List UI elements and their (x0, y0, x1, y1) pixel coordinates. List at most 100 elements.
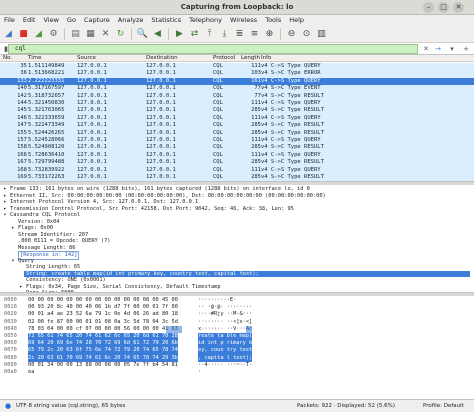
reload-icon[interactable]: ↻ (114, 28, 127, 41)
packet-protocol: CQL (213, 151, 223, 158)
packet-row[interactable]: 168 5.732839922 127.0.0.1 127.0.0.1 CQL 111 v4… (0, 166, 474, 174)
packet-list[interactable]: No. Time Source Destination Protocol Length In… (0, 55, 474, 182)
packet-row[interactable]: 140 5.317167597 127.0.0.1 127.0.0.1 CQL 77 v4 … (0, 85, 474, 93)
ascii-dump[interactable]: id int p rimary k (198, 340, 253, 348)
go-first-icon[interactable]: ⤒ (203, 28, 216, 41)
col-destination-header[interactable]: Destination (146, 55, 212, 62)
packet-no: 144 (17, 100, 27, 106)
filter-history-dropdown-icon[interactable]: ▾ (446, 44, 458, 54)
menu-wireless[interactable]: Wireless (230, 15, 257, 26)
menu-edit[interactable]: Edit (23, 15, 36, 26)
packet-row[interactable]: 146 5.322333659 127.0.0.1 127.0.0.1 CQL 111 v4… (0, 114, 474, 123)
packet-row[interactable]: 133 2.222223331 127.0.0.1 127.0.0.1 CQL 161 v4… (0, 77, 474, 86)
packet-time: 5.322473349 (28, 122, 65, 129)
zoom-in-icon[interactable]: ⊕ (263, 28, 276, 41)
packet-no: 157 (17, 137, 27, 143)
status-profile[interactable]: Profile: Default (423, 400, 464, 412)
zoom-out-icon[interactable]: ⊖ (285, 28, 298, 41)
go-last-icon[interactable]: ⤓ (218, 28, 231, 41)
col-no-header[interactable]: No. (3, 55, 27, 62)
packet-row[interactable]: 167 5.729799488 127.0.0.1 127.0.0.1 CQL 285 v4… (0, 159, 474, 167)
ascii-dump[interactable]: , capita l text); (198, 354, 253, 362)
minimize-button[interactable]: – (423, 2, 434, 13)
display-filter-input[interactable]: cql (8, 44, 418, 54)
hex-dump[interactable]: 00 01 34 00 00 13 88 00 08 00 05 7e 7f b… (28, 362, 178, 369)
hex-dump[interactable]: 2c 20 63 61 70 69 74 61 6c 20 74 65 78 7… (28, 354, 178, 362)
packet-row[interactable]: 169 5.733172263 127.0.0.1 127.0.0.1 CQL 285 v4… (0, 174, 474, 181)
packet-details-tree[interactable]: ▸ Frame 133: 161 bytes on wire (1288 bits… (0, 185, 474, 293)
ascii-dump[interactable]: ········ ··<]x·<] (198, 319, 252, 326)
restart-capture-icon[interactable]: ◢ (32, 28, 45, 41)
close-window-button[interactable]: ✕ (453, 2, 464, 13)
ascii-dump[interactable]: ··4····· ···~··T· (198, 362, 252, 369)
col-protocol-header[interactable]: Protocol (213, 55, 240, 62)
packet-row[interactable]: 142 5.318732657 127.0.0.1 127.0.0.1 CQL 77 v4 … (0, 92, 474, 100)
packet-row[interactable]: 36 1.513668221 127.0.0.1 127.0.0.1 CQL 103 v4 … (0, 70, 474, 78)
hex-dump[interactable]: 00 01 a4 ae 23 52 6a 79 1c 0e 4d 06 26 a… (28, 311, 178, 318)
hex-dump[interactable]: 65 79 2c 20 63 6f 75 6e 74 72 79 20 74 6… (28, 347, 178, 355)
go-back-icon[interactable]: ◀ (151, 28, 164, 41)
packet-protocol: CQL (213, 166, 223, 173)
capture-options-icon[interactable]: ⚙ (47, 28, 60, 41)
packet-time: 5.317167597 (28, 85, 65, 92)
find-packet-icon[interactable]: 🔍 (136, 28, 149, 41)
hex-dump[interactable]: ea (28, 369, 34, 376)
packet-row[interactable]: 155 5.524426265 127.0.0.1 127.0.0.1 CQL 285 v4… (0, 129, 474, 137)
hex-dump[interactable]: 72 65 61 74 65 20 74 61 62 6c 65 20 6d 6… (28, 333, 178, 341)
packet-bytes-pane[interactable]: 0000 00 00 00 00 00 00 00 00 00 00 00 00 … (0, 296, 474, 399)
clear-filter-icon[interactable]: ✕ (420, 44, 432, 54)
ascii-dump[interactable]: ··········E· (198, 297, 236, 304)
menu-capture[interactable]: Capture (84, 15, 110, 26)
close-file-icon[interactable]: ✕ (99, 28, 112, 41)
zoom-normal-icon[interactable]: ⊙ (300, 28, 313, 41)
ascii-dump[interactable]: ····#Rjy ··M·&··· (198, 311, 252, 318)
packet-no: 155 (17, 129, 27, 136)
packet-row[interactable]: 144 5.321450830 127.0.0.1 127.0.0.1 CQL 111 v4… (0, 100, 474, 108)
packet-row[interactable]: 166 5.728636410 127.0.0.1 127.0.0.1 CQL 111 v4… (0, 151, 474, 160)
hex-dump[interactable]: 69 64 20 69 6e 74 20 70 72 69 6d 61 72 7… (28, 340, 178, 348)
menu-help[interactable]: Help (289, 15, 304, 26)
packet-destination: 127.0.0.1 (146, 63, 176, 69)
col-time-header[interactable]: Time (28, 55, 76, 62)
ascii-dump[interactable]: ey, coun try text (198, 347, 253, 355)
go-to-packet-icon[interactable]: ⇄ (188, 28, 201, 41)
hex-dump[interactable]: 02 00 fe 87 00 00 01 01 08 0a 3c 5d 78 0… (28, 319, 178, 326)
hex-dump[interactable]: 78 03 04 00 00 cf 07 00 00 00 56 00 00 0… (28, 326, 178, 333)
menu-tools[interactable]: Tools (265, 15, 281, 26)
packet-row[interactable]: 145 5.321763065 127.0.0.1 127.0.0.1 CQL 285 v4… (0, 107, 474, 115)
col-source-header[interactable]: Source (77, 55, 145, 62)
packet-row[interactable]: 35 1.511149849 127.0.0.1 127.0.0.1 CQL 111 v4 … (0, 63, 474, 71)
open-file-icon[interactable]: ▤ (69, 28, 82, 41)
maximize-button[interactable]: □ (438, 2, 449, 13)
stop-capture-icon[interactable]: ■ (17, 28, 30, 41)
hex-dump[interactable]: 00 00 00 00 00 00 00 00 00 00 00 00 08 0… (28, 297, 178, 304)
add-filter-button-icon[interactable]: + (460, 44, 472, 54)
autoscroll-icon[interactable]: ≣ (233, 28, 246, 41)
packet-row[interactable]: 147 5.322473349 127.0.0.1 127.0.0.1 CQL 285 v4… (0, 122, 474, 130)
ascii-dump[interactable]: ·· ·@·@· ········ (198, 304, 252, 311)
go-forward-icon[interactable]: ▶ (173, 28, 186, 41)
menu-statistics[interactable]: Statistics (151, 15, 181, 26)
resize-columns-icon[interactable]: ▥ (315, 28, 328, 41)
colorize-icon[interactable]: ≡ (248, 28, 261, 41)
expert-info-icon[interactable]: ● (5, 400, 11, 412)
packet-destination: 127.0.0.1 (146, 122, 176, 129)
packet-row[interactable]: 158 5.524908120 127.0.0.1 127.0.0.1 CQL 285 v4… (0, 144, 474, 152)
ascii-dump[interactable]: x······· ··V···Ac (198, 326, 252, 333)
bytes-row: 0010 00 93 20 8c 40 00 40 06 1b d7 7f 00 … (0, 304, 474, 311)
menu-go[interactable]: Go (67, 15, 76, 26)
menu-analyze[interactable]: Analyze (118, 15, 144, 26)
shark-fin-start-icon[interactable]: ◢ (2, 28, 15, 41)
ascii-dump[interactable]: · (198, 369, 201, 376)
menu-telephony[interactable]: Telephony (189, 15, 222, 26)
ascii-dump[interactable]: reate ta ble map( (198, 333, 253, 341)
hex-dump[interactable]: 00 93 20 8c 40 00 40 06 1b d7 7f 00 00 0… (28, 304, 178, 311)
packet-row[interactable]: 157 5.524528066 127.0.0.1 127.0.0.1 CQL 111 v4… (0, 137, 474, 145)
col-length-header[interactable]: Length (241, 55, 261, 62)
col-info-header[interactable]: Info (261, 55, 471, 62)
save-file-icon[interactable]: ▦ (84, 28, 97, 41)
toolbar-separator (168, 28, 169, 40)
apply-filter-icon[interactable]: → (432, 44, 444, 54)
menu-view[interactable]: View (43, 15, 58, 26)
menu-file[interactable]: File (4, 15, 15, 26)
